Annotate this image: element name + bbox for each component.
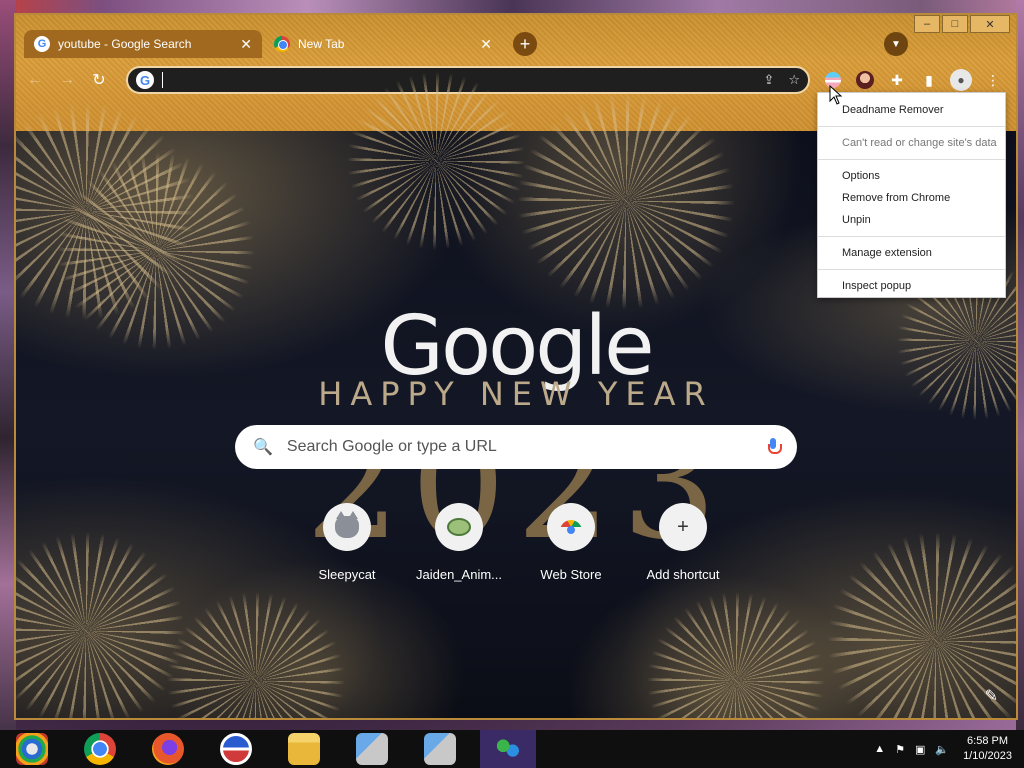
google-favicon-icon: G bbox=[34, 36, 50, 52]
back-arrow-icon[interactable]: ← bbox=[22, 67, 48, 93]
menu-item-unpin[interactable]: Unpin bbox=[818, 209, 1005, 231]
shortcut-icon-circle bbox=[435, 503, 483, 551]
maximize-button[interactable]: □ bbox=[942, 15, 968, 33]
plus-icon: + bbox=[659, 503, 707, 551]
chrome-favicon-icon bbox=[274, 36, 290, 52]
profile-button[interactable]: ● bbox=[949, 68, 973, 92]
menu-item-remove[interactable]: Remove from Chrome bbox=[818, 187, 1005, 209]
network-icon[interactable]: ▣ bbox=[915, 743, 925, 756]
cat-icon bbox=[335, 511, 359, 538]
side-panel-icon[interactable]: ▮ bbox=[917, 68, 941, 92]
microphone-icon[interactable] bbox=[767, 438, 782, 456]
taskbar-installer-1[interactable] bbox=[344, 730, 400, 768]
taskbar-messenger[interactable] bbox=[480, 730, 536, 768]
installer-icon bbox=[356, 733, 388, 765]
shortcut-add[interactable]: + Add shortcut bbox=[627, 503, 739, 582]
menu-item-inspect[interactable]: Inspect popup bbox=[818, 275, 1005, 297]
taskbar-media-app[interactable] bbox=[4, 730, 60, 768]
chrome-icon bbox=[84, 733, 116, 765]
avatar-icon bbox=[856, 71, 874, 89]
shortcuts-row: Sleepycat Jaiden_Anim... Web Store + Add… bbox=[291, 503, 739, 582]
clock-date: 1/10/2023 bbox=[963, 750, 1012, 762]
taskbar-installer-2[interactable] bbox=[412, 730, 468, 768]
menu-item-options[interactable]: Options bbox=[818, 165, 1005, 187]
taskbar-chrome[interactable] bbox=[72, 730, 128, 768]
extension-context-menu: Deadname Remover Can't read or change si… bbox=[817, 92, 1006, 298]
doodle-greeting: HAPPY NEW YEAR bbox=[318, 375, 714, 413]
webstore-icon bbox=[560, 520, 582, 534]
volume-icon[interactable]: 🔈 bbox=[935, 743, 949, 756]
close-window-button[interactable]: ✕ bbox=[970, 15, 1010, 33]
taskbar-firefox[interactable] bbox=[140, 730, 196, 768]
tab-title: youtube - Google Search bbox=[58, 37, 192, 51]
menu-item-extension-name[interactable]: Deadname Remover bbox=[818, 99, 1005, 121]
profile-person-icon: ● bbox=[950, 69, 972, 91]
messenger-people-icon bbox=[492, 733, 524, 765]
shortcut-label: Jaiden_Anim... bbox=[416, 567, 502, 582]
firework-decoration bbox=[346, 71, 526, 251]
firework-decoration bbox=[516, 91, 736, 311]
shortcut-web-store[interactable]: Web Store bbox=[515, 503, 627, 582]
folder-icon bbox=[288, 733, 320, 765]
window-controls: – □ ✕ bbox=[912, 15, 1010, 33]
minimize-button[interactable]: – bbox=[914, 15, 940, 33]
firework-decoration bbox=[646, 591, 826, 718]
show-hidden-icons-icon[interactable]: ▲ bbox=[874, 743, 885, 755]
taskbar: ▲ ⚑ ▣ 🔈 6:58 PM 1/10/2023 bbox=[0, 730, 1024, 768]
shortcut-icon-circle bbox=[547, 503, 595, 551]
tab-title: New Tab bbox=[298, 37, 345, 51]
clock-time: 6:58 PM bbox=[967, 735, 1009, 747]
menu-separator bbox=[818, 236, 1005, 237]
extensions-puzzle-icon[interactable]: ✚ bbox=[885, 68, 909, 92]
installer-icon bbox=[424, 733, 456, 765]
search-input[interactable]: Search Google or type a URL bbox=[287, 438, 767, 456]
customize-pencil-icon[interactable]: ✎ bbox=[985, 686, 998, 706]
system-tray: ▲ ⚑ ▣ 🔈 6:58 PM 1/10/2023 bbox=[864, 730, 1012, 768]
frog-icon bbox=[447, 518, 471, 536]
forward-arrow-icon[interactable]: → bbox=[54, 67, 80, 93]
menu-separator bbox=[818, 159, 1005, 160]
text-caret bbox=[162, 72, 163, 88]
firework-decoration bbox=[166, 591, 346, 718]
tab-search-chevron-icon[interactable]: ▼ bbox=[884, 32, 908, 56]
search-icon: 🔍 bbox=[253, 439, 273, 456]
menu-item-manage[interactable]: Manage extension bbox=[818, 242, 1005, 264]
shortcut-jaiden[interactable]: Jaiden_Anim... bbox=[403, 503, 515, 582]
shortcut-icon-circle bbox=[323, 503, 371, 551]
share-icon[interactable]: ⇪ bbox=[763, 72, 774, 88]
bookmark-star-icon[interactable]: ☆ bbox=[788, 72, 800, 88]
circle-logo-icon bbox=[220, 733, 252, 765]
media-player-icon bbox=[16, 733, 48, 765]
shortcut-label: Sleepycat bbox=[318, 567, 376, 582]
tab-close-icon[interactable]: ✕ bbox=[240, 36, 252, 53]
shortcut-sleepycat[interactable]: Sleepycat bbox=[291, 503, 403, 582]
menu-separator bbox=[818, 269, 1005, 270]
tab-youtube-search[interactable]: G youtube - Google Search ✕ bbox=[24, 30, 262, 58]
more-menu-icon[interactable]: ⋮ bbox=[981, 68, 1005, 92]
action-center-flag-icon[interactable]: ⚑ bbox=[895, 743, 905, 756]
menu-item-site-access: Can't read or change site's data bbox=[842, 137, 997, 149]
firefox-icon bbox=[152, 733, 184, 765]
menu-separator bbox=[818, 126, 1005, 127]
mouse-cursor-icon bbox=[829, 85, 843, 105]
tab-close-icon[interactable]: ✕ bbox=[480, 36, 492, 53]
taskbar-file-explorer[interactable] bbox=[276, 730, 332, 768]
tab-new-tab[interactable]: New Tab ✕ bbox=[264, 30, 502, 58]
reload-icon[interactable]: ↻ bbox=[86, 67, 112, 93]
search-box[interactable]: 🔍 Search Google or type a URL bbox=[235, 425, 797, 469]
extensions-area: ✚ ▮ ● ⋮ bbox=[821, 68, 1013, 92]
new-tab-button[interactable]: + bbox=[513, 32, 537, 56]
shortcut-label: Web Store bbox=[540, 567, 602, 582]
taskbar-campaign-app[interactable] bbox=[208, 730, 264, 768]
clock[interactable]: 6:58 PM 1/10/2023 bbox=[963, 734, 1012, 764]
shortcut-label: Add shortcut bbox=[646, 567, 720, 582]
google-g-icon: G bbox=[136, 71, 154, 89]
avatar-extension-icon[interactable] bbox=[853, 68, 877, 92]
